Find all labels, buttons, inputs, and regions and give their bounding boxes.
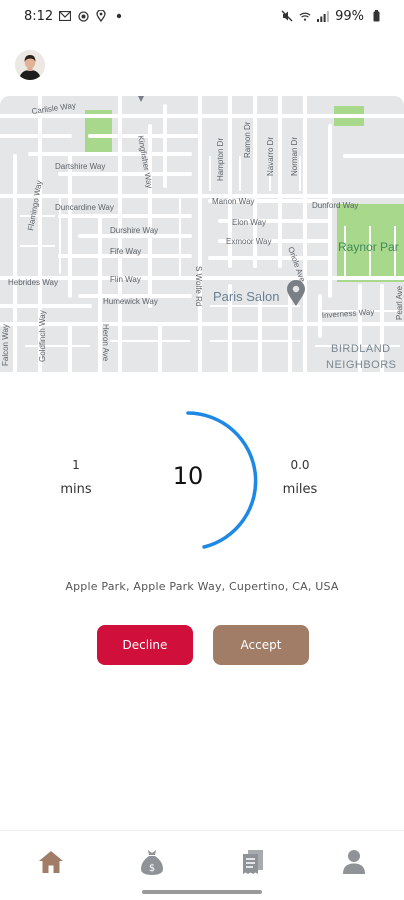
svg-text:Falcon Way: Falcon Way — [1, 324, 10, 366]
nav-home[interactable] — [36, 847, 66, 877]
svg-text:Navarro Dr: Navarro Dr — [266, 137, 275, 176]
location-icon — [95, 10, 107, 22]
status-time: 8:12 — [24, 8, 54, 24]
receipt-icon — [243, 850, 263, 874]
accept-button[interactable]: Accept — [213, 625, 309, 665]
map-view[interactable]: Carlisle Way Dartshire Way Duncardine Wa… — [0, 96, 404, 372]
svg-text:Duncardine Way: Duncardine Way — [55, 203, 114, 212]
svg-text:S Wolfe Rd: S Wolfe Rd — [194, 266, 203, 306]
area-label-1: BIRDLAND — [331, 343, 391, 355]
svg-text:Elon Way: Elon Way — [232, 218, 266, 227]
svg-text:Manon Way: Manon Way — [212, 197, 254, 206]
wifi-icon — [299, 10, 311, 22]
svg-text:Norman Dr: Norman Dr — [290, 137, 299, 176]
area-label-2: NEIGHBORS — [326, 359, 397, 371]
home-icon — [39, 851, 63, 873]
avatar[interactable] — [15, 50, 45, 80]
park-label: Raynor Par — [338, 240, 399, 254]
pickup-address: Apple Park, Apple Park Way, Cupertino, C… — [65, 580, 339, 593]
poi-label: Paris Salon — [213, 289, 279, 304]
eta-unit: mins — [60, 482, 92, 497]
svg-text:Dunford Way: Dunford Way — [312, 201, 358, 210]
svg-text:Dartshire Way: Dartshire Way — [55, 162, 105, 171]
eta-stat: 1 mins — [40, 458, 112, 497]
svg-text:Fife Way: Fife Way — [110, 247, 141, 256]
svg-text:Exmoor Way: Exmoor Way — [226, 237, 272, 246]
record-icon — [77, 10, 89, 22]
battery-icon — [370, 10, 382, 22]
status-bar: 8:12 99% — [0, 0, 404, 32]
mail-icon — [59, 10, 72, 22]
svg-text:Durshire Way: Durshire Way — [110, 226, 158, 235]
svg-text:Pearl Ave: Pearl Ave — [395, 285, 404, 320]
status-right: 99% — [281, 9, 382, 24]
nav-orders[interactable] — [238, 847, 268, 877]
svg-text:Heron Ave: Heron Ave — [101, 324, 110, 362]
signal-icon — [317, 10, 329, 22]
svg-text:Hebrides Way: Hebrides Way — [8, 278, 58, 287]
money-bag-icon: $ — [141, 850, 163, 875]
distance-stat: 0.0 miles — [264, 458, 336, 497]
distance-value: 0.0 — [290, 458, 310, 472]
home-indicator — [142, 890, 262, 894]
svg-text:Flin Way: Flin Way — [110, 275, 141, 284]
svg-text:$: $ — [149, 863, 155, 874]
countdown-value: 10 — [172, 462, 204, 490]
distance-unit: miles — [282, 482, 318, 497]
svg-text:Humewick Way: Humewick Way — [103, 297, 158, 306]
eta-value: 1 — [72, 458, 80, 472]
person-icon — [343, 850, 365, 874]
nav-earnings[interactable]: $ — [137, 847, 167, 877]
svg-text:Goldfinch Way: Goldfinch Way — [38, 310, 47, 362]
mute-icon — [281, 10, 293, 22]
svg-text:Ramon Dr: Ramon Dr — [243, 121, 252, 158]
nav-profile[interactable] — [339, 847, 369, 877]
battery-level: 99% — [335, 8, 364, 24]
svg-text:Hampton Dr: Hampton Dr — [216, 138, 225, 181]
decline-button[interactable]: Decline — [97, 625, 193, 665]
dot-icon — [113, 10, 125, 22]
status-left: 8:12 — [24, 9, 125, 24]
